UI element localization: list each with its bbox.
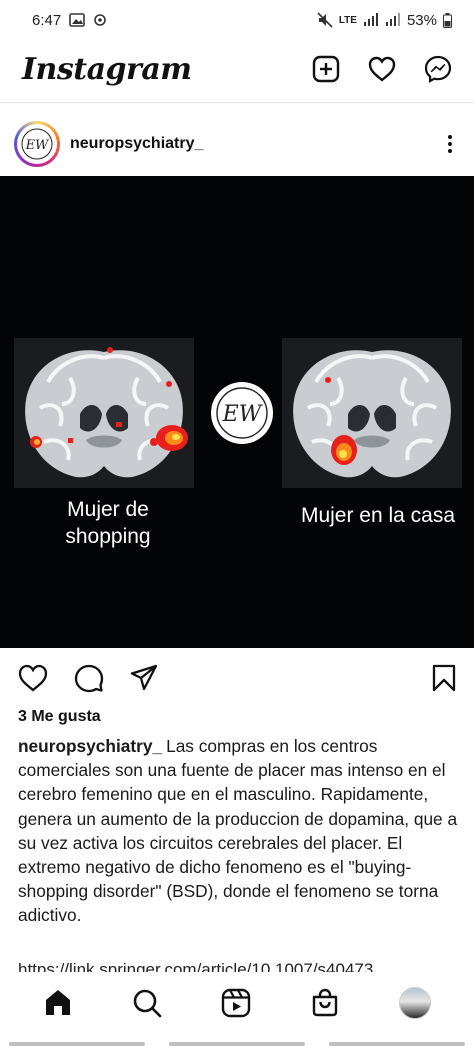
messenger-icon[interactable] xyxy=(424,55,452,83)
app-header: Instagram xyxy=(0,44,474,94)
network-label: LTE xyxy=(338,14,357,26)
more-options-icon[interactable] xyxy=(440,135,460,153)
gesture-bar xyxy=(0,1042,474,1046)
post-caption: neuropsychiatry_ Las compras en los centr… xyxy=(18,734,458,928)
likes-count[interactable]: 3 Me gusta xyxy=(18,708,101,726)
mute-icon xyxy=(317,12,333,28)
brain-scan-right xyxy=(282,338,462,488)
signal-icon xyxy=(363,13,378,26)
caption-username[interactable]: neuropsychiatry_ xyxy=(18,736,162,756)
post-username[interactable]: neuropsychiatry_ xyxy=(70,135,203,153)
gallery-icon xyxy=(69,13,86,27)
heart-icon[interactable] xyxy=(368,56,396,82)
shop-icon[interactable] xyxy=(310,988,340,1018)
label-shopping: Mujer de shopping xyxy=(65,498,151,548)
share-icon[interactable] xyxy=(130,664,158,692)
caption-link[interactable]: https://link.springer.com/article/10.100… xyxy=(18,958,373,972)
profile-avatar[interactable] xyxy=(398,987,431,1019)
new-post-icon[interactable] xyxy=(312,55,340,83)
svg-text:EW: EW xyxy=(25,138,50,153)
like-heart-icon[interactable] xyxy=(18,664,48,692)
post-avatar[interactable]: EW xyxy=(14,121,60,167)
post-image[interactable]: EW Mujer de shopping Mujer en la casa xyxy=(0,176,474,648)
brain-scan-left xyxy=(14,338,194,488)
caption-text: Las compras en los centros comerciales s… xyxy=(18,736,458,926)
post-header: EW neuropsychiatry_ xyxy=(0,118,474,170)
label-home: Mujer en la casa xyxy=(300,504,456,527)
ew-logo-icon: EW xyxy=(21,128,53,160)
notification-icon xyxy=(94,14,107,26)
signal-icon-2 xyxy=(385,13,400,26)
comment-icon[interactable] xyxy=(74,663,104,693)
status-time: 6:47 xyxy=(32,11,62,29)
reels-icon[interactable] xyxy=(221,988,251,1018)
svg-text:EW: EW xyxy=(222,402,264,427)
save-bookmark-icon[interactable] xyxy=(432,664,456,692)
search-icon[interactable] xyxy=(132,988,162,1018)
battery-icon xyxy=(443,12,452,28)
ew-center-logo: EW xyxy=(211,382,273,444)
status-bar: 6:47 LTE 53% xyxy=(0,0,474,40)
post-actions xyxy=(0,660,474,696)
battery-percent: 53% xyxy=(406,11,437,29)
instagram-logo[interactable]: Instagram xyxy=(22,52,192,87)
header-divider xyxy=(0,102,474,103)
home-icon[interactable] xyxy=(43,988,73,1018)
bottom-nav xyxy=(0,972,474,1034)
